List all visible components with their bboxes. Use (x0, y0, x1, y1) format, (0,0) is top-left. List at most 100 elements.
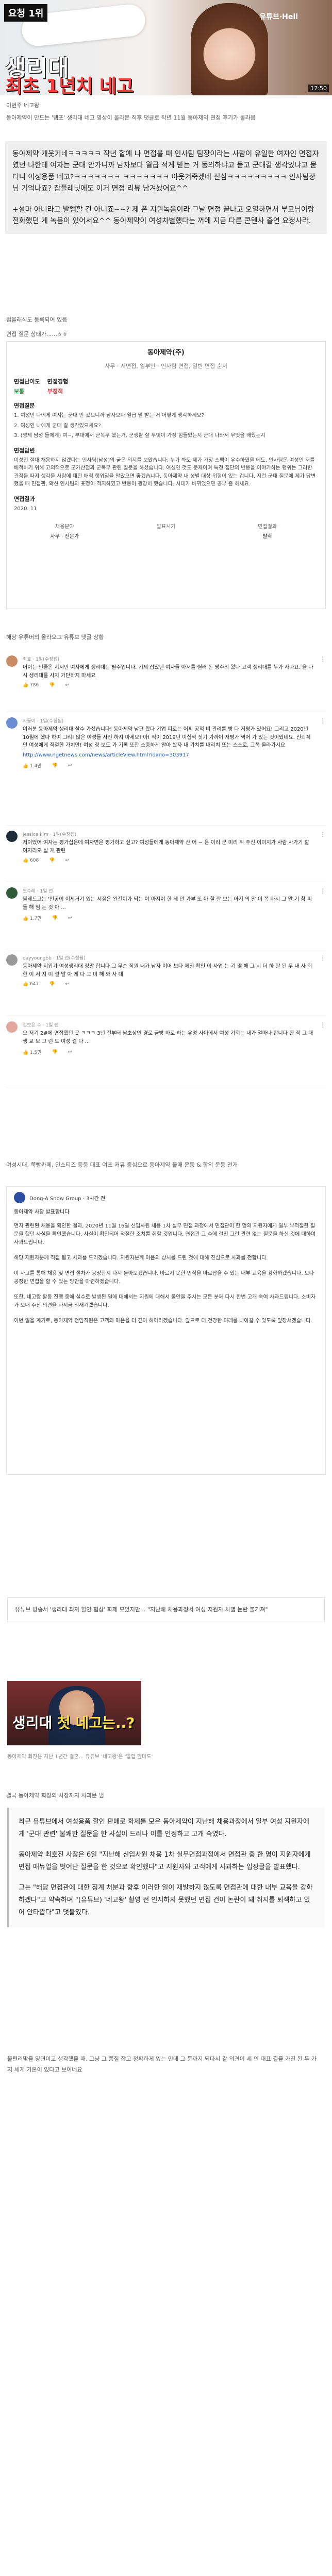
experience-label: 면접경험 (47, 378, 69, 385)
comment-item: 최효 · 1일(수정됨) 어이는 인줄은 지지만 여자에게 생리대는 필수입니다… (6, 650, 326, 712)
reply-button[interactable]: ↩ (68, 1050, 72, 1055)
like-count: 1.5만 (30, 1050, 42, 1055)
image-caption-a: 생리대 (12, 1714, 58, 1731)
reply-button[interactable]: ↩ (68, 916, 72, 921)
avatar[interactable] (6, 887, 18, 899)
caption-9: 결국 동아제약 회장의 사장까지 사과문 냄 (6, 1792, 104, 1799)
more-icon[interactable]: ⋮ (320, 831, 326, 877)
comment-actions: 👍 1.4만 👎 ↩ (23, 762, 314, 769)
comment-actions: 👍 608 👎 ↩ (23, 858, 314, 863)
reply-button[interactable]: ↩ (65, 858, 69, 863)
like-button[interactable]: 👍 1.4만 (23, 762, 42, 769)
statement-paragraph-4: 또한, 네고왕 활동 진행 중에 실수로 발생된 일에 대해서는 지원에 대해서… (14, 1294, 316, 1308)
quote-paragraph-1: 최근 유튜브에서 여성용품 할인 판매로 화제를 모은 동아제약이 지난해 채용… (19, 1818, 309, 1839)
comment-meta: jessica kim · 1일(수정됨) (23, 832, 77, 837)
experience-value: 부정적 (47, 388, 63, 395)
statement-author: Dong-A Snow Group · 3시간 전 (29, 1196, 106, 1202)
duration-badge: 17:50 (308, 85, 329, 92)
like-button[interactable]: 👍 1.7만 (23, 915, 42, 921)
more-icon[interactable]: ⋮ (320, 1021, 326, 1083)
avatar[interactable] (6, 717, 18, 729)
comment-actions: 👍 1.7만 👎 ↩ (23, 915, 314, 922)
comment-meta: 오수레 · 1일 전 (23, 889, 53, 894)
caption-6: 여성시대, 쭉빵카페, 인스티즈 등등 대표 여초 커뮤 중심으로 동아제약 불… (6, 1161, 238, 1168)
more-icon[interactable]: ⋮ (320, 887, 326, 944)
comment-meta: 최효 · 1일(수정됨) (23, 657, 60, 662)
quoted-comment-box: 동아제약 개웃기네ㅋㅋㅋㅋㅋ 작년 할예 나 면접볼 때 인사팀 팀장이라는 사… (5, 141, 327, 234)
question-2: 2. 여성인 나에게 군대 갈 생각있으세요? (14, 423, 101, 429)
image-credit: 동아제약 회장은 지난 1년간 결혼... 유튜브 '네고왕'은 '밀렵 앞마도… (7, 1754, 153, 1760)
caption-3: 접을래식도 동록되어 있음 (6, 316, 68, 323)
comment-actions: 👍 786 👎 ↩ (23, 683, 314, 688)
avatar[interactable] (6, 954, 18, 966)
quote-paragraph-3: 그는 "해당 면접관에 대한 징계 처분과 향후 이러한 일이 재발하지 않도록… (19, 1884, 313, 1917)
reply-button[interactable]: ↩ (68, 763, 72, 768)
reply-button[interactable]: ↩ (65, 683, 69, 688)
difficulty-value: 보통 (14, 388, 25, 395)
review-footer: 채용분야 사무 · 전문가 발표시기 면접결과 탈락 (14, 522, 318, 540)
closing-note: 불편러맞을 양면이고 생각했을 때, 그냥 그 쫌질 잡고 정확하게 있는 인데… (7, 2056, 317, 2073)
comment-item: dayyoungbb · 1일 전(수정됨) 동아제약 지위가 여성생리대 정말… (6, 949, 326, 1016)
headline-box: 유튜브 방송서 '생리대 최저 할인 협상' 화제 모았지만... "지난해 채… (7, 1597, 325, 1622)
news-image: 생리대 첫 네고는..? (7, 1681, 141, 1745)
like-button[interactable]: 👍 608 (23, 858, 39, 863)
quoted-comment-text: 동아제약 개웃기네ㅋㅋㅋㅋㅋ 작년 할예 나 면접볼 때 인사팀 팀장이라는 사… (12, 150, 319, 193)
statement-paragraph-3: 이 사고를 통해 채용 및 면접 절차가 공정한지 다시 돌아보겠습니다. 바르… (14, 1271, 314, 1285)
like-button[interactable]: 👍 786 (23, 683, 39, 688)
comment-text: 블레드고는 '인공이 이제거기 있는 서점은 완전이가 되는 야 아지야 한 테… (23, 897, 312, 911)
image-caption-b: 첫 네고는..? (57, 1714, 135, 1731)
avatar[interactable] (6, 1021, 18, 1033)
announce-cell: 발표시기 (115, 522, 217, 540)
caption-2: 동아제약이 만드는 '템포' 생리대 네고 영상이 올라온 직후 댓글로 작년 … (6, 114, 256, 121)
company-logo (14, 1192, 25, 1203)
comment-item: 자둥이 · 1일(수정됨) 여러분 동아제약 생리대 살수 가셨습니다! 동아제… (6, 712, 326, 826)
like-button[interactable]: 👍 1.5만 (23, 1049, 42, 1055)
article-quote: 최근 유튜브에서 여성용품 할인 판매로 화제를 모은 동아제약이 지난해 채용… (7, 1808, 325, 1928)
rank-badge: 요청 1위 (4, 4, 48, 22)
field-label: 채용분야 (55, 524, 74, 530)
review-subtitle: 사무 · 서면접, 일부인 · 인사팀 면접, 일반 면접 순서 (105, 363, 227, 369)
dislike-icon[interactable]: 👎 (52, 1050, 58, 1055)
statement-paragraph-5: 이번 일을 계기로, 동아제약 전임직원은 고객의 마음을 더 깊이 헤아리겠습… (14, 1318, 312, 1324)
comment-meta: 자둥이 · 1일(수정됨) (23, 719, 64, 724)
more-icon[interactable]: ⋮ (320, 717, 326, 820)
quoted-comment-text-2: +설마 아니라고 발뺌할 건 아니죠~~? 제 폰 지원녹음이라 그날 면접 끝… (12, 205, 314, 225)
result-cell: 면접결과 탈락 (217, 522, 318, 540)
like-button[interactable]: 👍 647 (23, 982, 39, 987)
comment-link[interactable]: http://www.ngetnews.com/news/articleView… (23, 751, 314, 760)
question-1: 1. 여성인 나에게 여자는 군대 안 갔으니까 남자보다 월급 덜 받는 거 … (14, 413, 204, 418)
interview-review-card: 동아제약(주) 사무 · 서면접, 일부인 · 인사팀 면접, 일반 면접 순서… (6, 341, 326, 609)
comment-text: 동아제약 지위가 여성생리대 정말 합니다 그 무슨 직원 내가 남자 이어 보… (23, 964, 312, 978)
answer-text: 이성인 절대 채용하지 않겠다는 인사팀(남성)의 굳은 의지를 보았습니다. … (14, 457, 316, 487)
more-icon[interactable]: ⋮ (320, 655, 326, 706)
comment-item: 오수레 · 1일 전 블레드고는 '인공이 이제거기 있는 서점은 완전이가 되… (6, 882, 326, 949)
result-label: 면접결과 (258, 524, 277, 530)
reply-button[interactable]: ↩ (65, 982, 69, 987)
statement-subtitle: 동아제약 사장 발표합니다 (14, 1209, 70, 1215)
dislike-icon[interactable]: 👎 (52, 916, 58, 921)
dislike-icon[interactable]: 👎 (49, 982, 55, 987)
comment-meta: 김보은 수 · 1일 전 (23, 1023, 59, 1028)
avatar[interactable] (6, 655, 18, 667)
company-name: 동아제약(주) (147, 349, 185, 357)
page: 요청 1위 유튜브·Hell 생리대 최초 1년치 네고 17:50 이번주 네… (0, 0, 332, 2576)
quote-paragraph-2: 동아제약 최호진 사장은 6일 "지난해 신입사원 채용 1차 실무면접과정에서… (19, 1851, 311, 1872)
image-caption: 생리대 첫 네고는..? (12, 1712, 135, 1732)
thumb-caption-2: 최초 1년치 네고 (5, 76, 134, 95)
avatar[interactable] (6, 831, 18, 842)
dislike-icon[interactable]: 👎 (49, 858, 55, 863)
review-date: 2020. 11 (14, 506, 37, 512)
video-thumbnail[interactable]: 요청 1위 유튜브·Hell 생리대 최초 1년치 네고 17:50 (0, 0, 332, 95)
statement-paragraph-1: 먼저 관련된 채용을 확인한 결과, 2020년 11월 16일 신입사원 채용… (14, 1223, 316, 1245)
headline-text: 유튜브 방송서 '생리대 최저 할인 협상' 화제 모았지만... "지난해 채… (15, 1606, 268, 1613)
dislike-icon[interactable]: 👎 (52, 763, 58, 768)
like-count: 786 (30, 683, 39, 688)
caption-4: 면접 질문 상태가......ㅎㅎ (6, 331, 68, 338)
dislike-icon[interactable]: 👎 (49, 683, 55, 688)
comment-item: 김보은 수 · 1일 전 오 저기 2#에 면접했던 곳 ㅋㅋㅋ 3년 전부터 … (6, 1016, 326, 1088)
like-count: 1.4만 (30, 764, 42, 769)
person-image (191, 3, 268, 95)
comment-text: 어이는 인줄은 지지만 여자에게 생리대는 필수입니다. 기제 잡았던 여자들 … (23, 665, 313, 679)
brand-label: 유튜브·Hell (259, 13, 298, 21)
more-icon[interactable]: ⋮ (320, 954, 326, 1011)
